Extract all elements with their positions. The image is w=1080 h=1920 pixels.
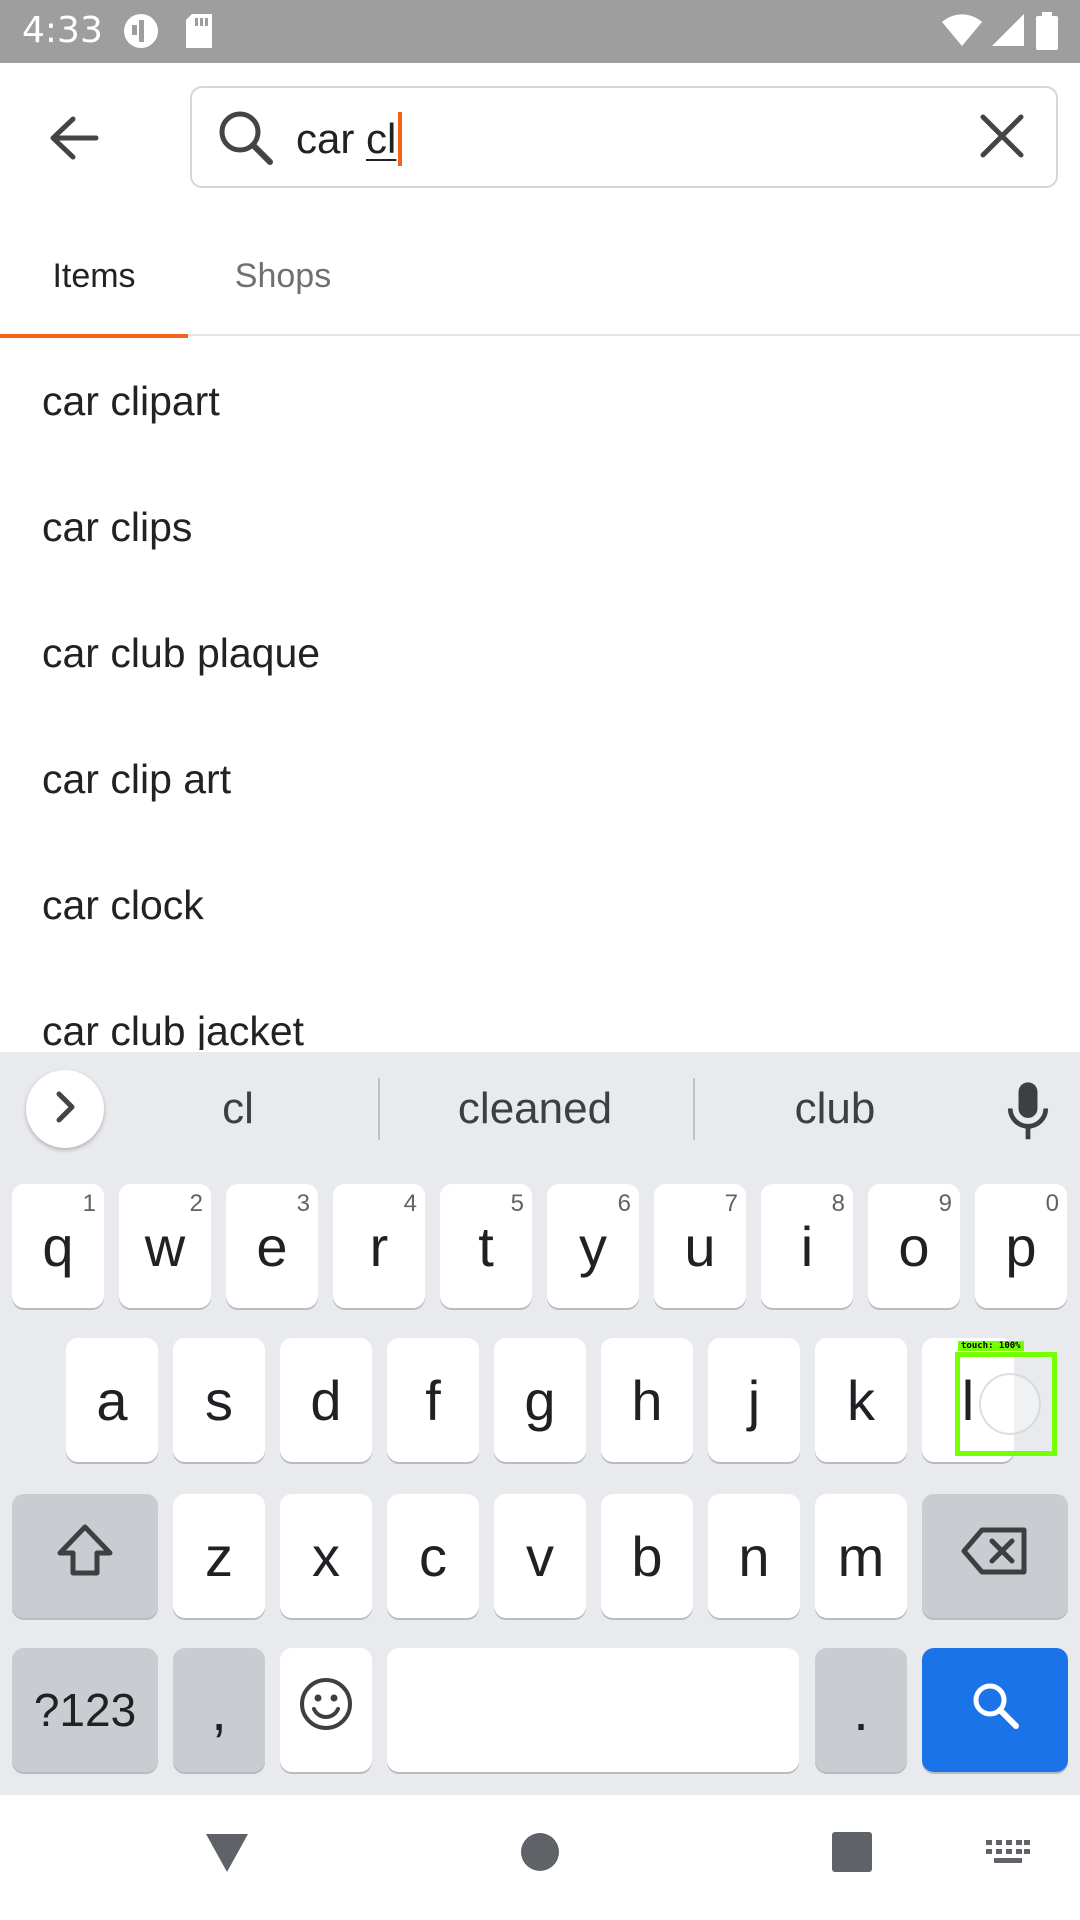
clear-search-button[interactable] (972, 108, 1032, 168)
key-q[interactable]: q1 (12, 1184, 104, 1308)
shift-key[interactable] (12, 1494, 158, 1618)
space-key[interactable] (387, 1648, 799, 1772)
notification-app-icon (122, 12, 160, 55)
search-query: car cl (296, 112, 403, 166)
tab-shops-label: Shops (234, 257, 332, 295)
key-w[interactable]: w2 (119, 1184, 211, 1308)
suggestion-item[interactable]: car clipart (0, 338, 1080, 464)
key-t[interactable]: t5 (440, 1184, 532, 1308)
search-tabs: Items Shops (0, 230, 1080, 338)
keyboard-expand-button[interactable] (26, 1070, 104, 1148)
status-time: 4:33 (22, 10, 103, 51)
battery-icon (1036, 12, 1058, 55)
backspace-icon (960, 1524, 1030, 1589)
key-d[interactable]: d (280, 1338, 372, 1462)
wifi-icon (940, 12, 984, 53)
shift-arrow-icon (55, 1523, 115, 1590)
tab-items[interactable]: Items (0, 230, 188, 338)
sd-card-icon (184, 12, 214, 55)
key-k[interactable]: k (815, 1338, 907, 1462)
symbols-key[interactable]: ?123 (12, 1648, 158, 1772)
key-z[interactable]: z (173, 1494, 265, 1618)
backspace-key[interactable] (922, 1494, 1068, 1618)
suggestion-item[interactable]: car club jacket (0, 968, 1080, 1050)
key-p[interactable]: p0 (975, 1184, 1067, 1308)
key-v[interactable]: v (494, 1494, 586, 1618)
suggestion-item[interactable]: car clock (0, 842, 1080, 968)
period-key[interactable]: . (815, 1648, 907, 1772)
touch-point (979, 1373, 1041, 1435)
text-cursor (398, 112, 403, 166)
search-query-composing: cl (366, 115, 397, 162)
key-n[interactable]: n (708, 1494, 800, 1618)
keyboard-suggestion[interactable]: cl (140, 1076, 336, 1142)
back-triangle-icon[interactable] (204, 1832, 250, 1879)
emoji-key[interactable] (280, 1648, 372, 1772)
suggestion-item[interactable]: car clips (0, 464, 1080, 590)
system-nav-bar (0, 1796, 1080, 1920)
arrow-left-icon (49, 116, 99, 165)
back-button[interactable] (30, 96, 118, 184)
tab-shops[interactable]: Shops (188, 230, 378, 336)
keyboard-suggestion[interactable]: cleaned (380, 1076, 690, 1142)
key-a[interactable]: a (66, 1338, 158, 1462)
search-icon (970, 1678, 1020, 1743)
key-x[interactable]: x (280, 1494, 372, 1618)
key-e[interactable]: e3 (226, 1184, 318, 1308)
touch-indicator-label: touch: 100% (958, 1341, 1024, 1351)
keyboard-switch-icon[interactable] (986, 1840, 1030, 1873)
suggestion-list: car clipart car clips car club plaque ca… (0, 338, 1080, 1050)
key-o[interactable]: o9 (868, 1184, 960, 1308)
key-j[interactable]: j (708, 1338, 800, 1462)
cell-signal-icon (990, 12, 1026, 53)
suggestion-item[interactable]: car clip art (0, 716, 1080, 842)
key-u[interactable]: u7 (654, 1184, 746, 1308)
microphone-icon[interactable] (996, 1080, 1060, 1149)
key-f[interactable]: f (387, 1338, 479, 1462)
emoji-icon (298, 1676, 354, 1745)
search-icon (216, 108, 276, 173)
search-input[interactable]: car cl (190, 86, 1058, 188)
comma-key[interactable]: , (173, 1648, 265, 1772)
tab-items-label: Items (52, 257, 136, 295)
key-s[interactable]: s (173, 1338, 265, 1462)
chevron-right-icon (52, 1090, 78, 1129)
key-y[interactable]: y6 (547, 1184, 639, 1308)
search-query-text: car (296, 115, 367, 162)
suggestion-item[interactable]: car club plaque (0, 590, 1080, 716)
key-h[interactable]: h (601, 1338, 693, 1462)
home-circle-icon[interactable] (520, 1832, 560, 1877)
key-g[interactable]: g (494, 1338, 586, 1462)
keyboard-suggestion-strip: cl cleaned club (0, 1052, 1080, 1168)
key-m[interactable]: m (815, 1494, 907, 1618)
close-icon (979, 113, 1025, 164)
keyboard-search-key[interactable] (922, 1648, 1068, 1772)
key-r[interactable]: r4 (333, 1184, 425, 1308)
keyboard-suggestion[interactable]: club (695, 1076, 975, 1142)
key-b[interactable]: b (601, 1494, 693, 1618)
key-i[interactable]: i8 (761, 1184, 853, 1308)
status-bar: 4:33 (0, 0, 1080, 63)
recents-square-icon[interactable] (832, 1832, 872, 1877)
key-c[interactable]: c (387, 1494, 479, 1618)
